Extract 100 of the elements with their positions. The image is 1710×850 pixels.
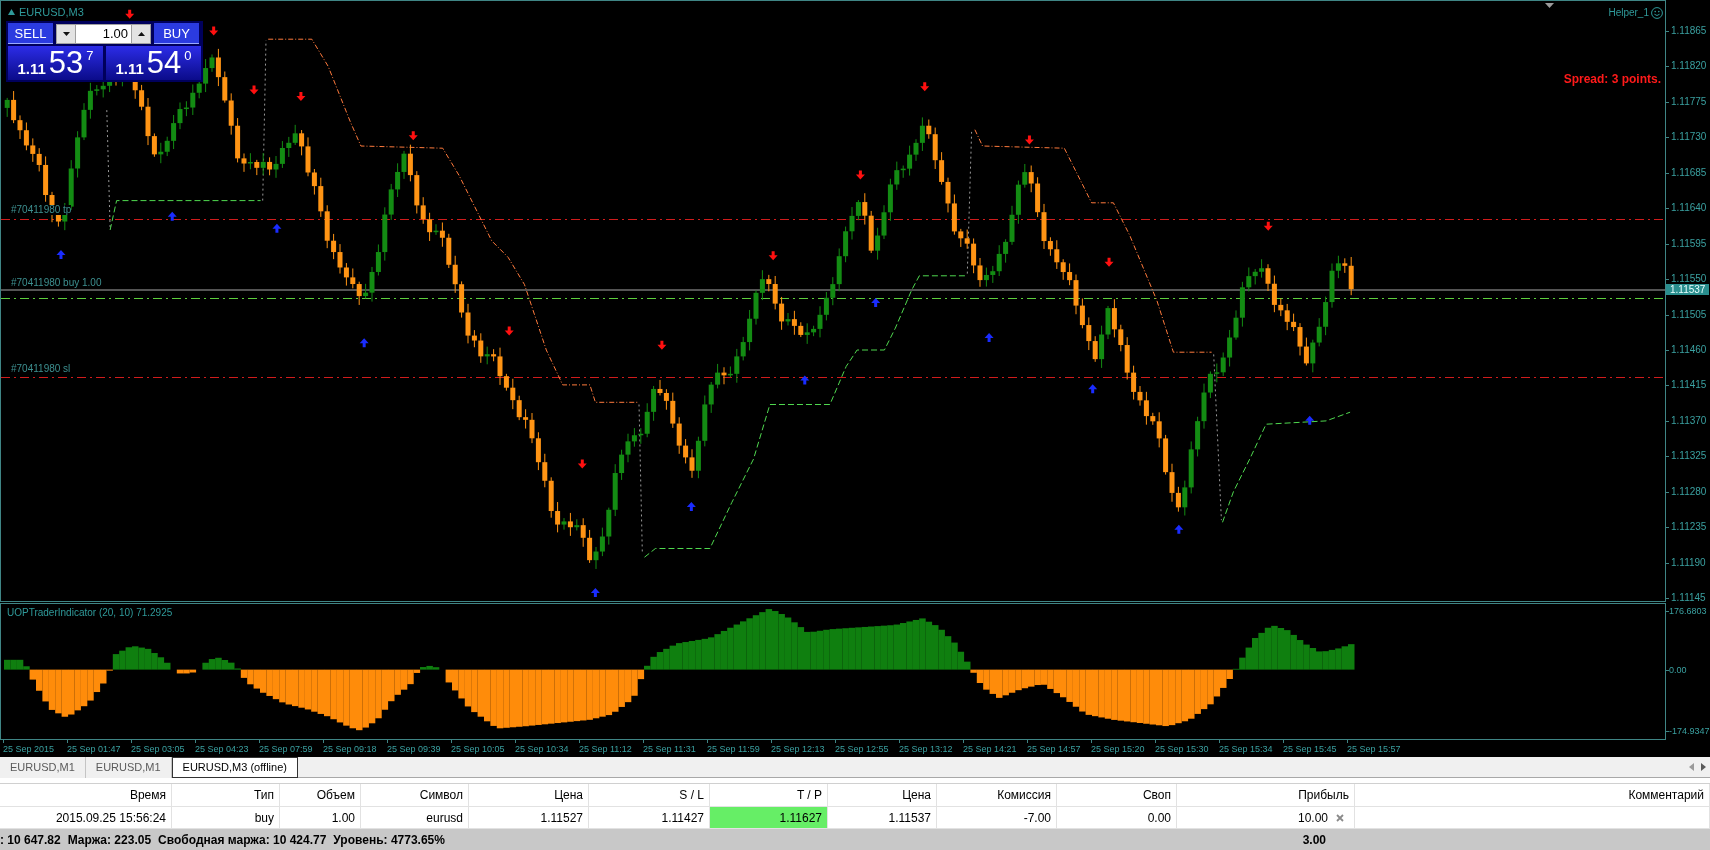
up-arrow-icon (56, 250, 66, 259)
time-axis-label: 25 Sep 01:47 (67, 744, 121, 754)
time-axis-label: 25 Sep 10:34 (515, 744, 569, 754)
column-header: Цена (469, 784, 589, 806)
time-axis-label: 25 Sep 15:45 (1283, 744, 1337, 754)
spread-text: Spread: 3 points. (1563, 72, 1661, 86)
caret-up-icon (137, 31, 145, 36)
indicator-title: UOPTraderIndicator (20, 10) 71.2925 (7, 607, 173, 619)
chart-tab[interactable]: EURUSD,M3 (offline) (171, 757, 298, 778)
price-axis-label: 1.11595 (1671, 238, 1707, 249)
time-axis-label: 25 Sep 14:57 (1027, 744, 1081, 754)
down-arrow-icon (296, 91, 306, 101)
up-arrow-icon (686, 501, 696, 511)
up-arrow-icon (590, 588, 600, 598)
table-cell: 1.11527 (469, 807, 589, 829)
up-arrow-icon (167, 211, 177, 221)
account-summary-text: : 10 647.82 (0, 831, 61, 849)
chart-tab[interactable]: EURUSD,M1 (85, 757, 172, 778)
table-cell: buy (172, 807, 280, 829)
price-axis-label: 1.11550 (1671, 274, 1707, 285)
time-axis-label: 25 Sep 15:30 (1155, 744, 1209, 754)
down-arrow-icon (1024, 135, 1034, 145)
time-axis-label: 25 Sep 09:18 (323, 744, 377, 754)
price-axis-label: 1.11775 (1671, 96, 1707, 107)
table-cell: 1.11627 (710, 807, 828, 829)
account-summary-text: Свободная маржа: 10 424.77 (158, 831, 327, 849)
up-arrow-icon (1088, 384, 1098, 394)
down-arrow-icon (855, 170, 865, 180)
account-summary-text: Уровень: 4773.65% (333, 831, 445, 849)
time-axis-label: 25 Sep 03:05 (131, 744, 185, 754)
table-cell: eurusd (361, 807, 469, 829)
column-header: Комиссия (937, 784, 1057, 806)
price-axis-label: 1.11640 (1671, 203, 1707, 214)
column-header: T / P (710, 784, 828, 806)
up-arrow-icon (984, 332, 994, 342)
column-header: Цена (828, 784, 937, 806)
time-axis-label: 25 Sep 14:21 (963, 744, 1017, 754)
column-header: Объем (280, 784, 361, 806)
up-arrow-icon (1305, 415, 1315, 425)
table-cell: 1.00 (280, 807, 361, 829)
down-arrow-icon (768, 251, 778, 261)
table-cell: -7.00 (937, 807, 1057, 829)
time-axis-label: 25 Sep 2015 (3, 744, 55, 754)
order-line-label: #70411980 sl (11, 364, 71, 374)
down-arrow-icon (249, 85, 259, 95)
up-arrow-icon (1174, 524, 1184, 534)
price-axis-label: 1.11505 (1671, 309, 1707, 320)
down-arrow-icon (920, 82, 930, 92)
account-summary-text: Маржа: 223.05 (67, 831, 152, 849)
price-axis-label: 1.11190 (1671, 557, 1706, 568)
up-arrow-icon (871, 298, 881, 307)
price-axis-label: 1.11415 (1671, 380, 1707, 391)
time-axis-label: 25 Sep 11:31 (643, 744, 696, 754)
table-cell: 0.00 (1057, 807, 1177, 829)
down-arrow-icon (657, 340, 667, 350)
down-arrow-icon (209, 26, 219, 36)
close-icon[interactable] (1336, 813, 1344, 822)
down-arrow-icon (504, 326, 514, 336)
down-arrow-icon (1263, 221, 1273, 231)
profit-value: 10.00 (1297, 809, 1328, 827)
price-axis-label: 1.11145 (1671, 593, 1706, 604)
table-cell: 1.11427 (589, 807, 710, 829)
current-price-tag: 1.11537 (1666, 284, 1709, 295)
up-arrow-icon (272, 223, 282, 233)
indicator-axis-label: 0.00 (1669, 664, 1687, 675)
time-axis-label: 25 Sep 13:12 (899, 744, 953, 754)
down-arrow-icon (1104, 257, 1114, 267)
chart-tab[interactable]: EURUSD,M1 (0, 757, 86, 778)
order-line-label: #70411980 tp (11, 205, 72, 215)
price-axis-label: 1.11865 (1671, 26, 1707, 36)
expert-name: Helper_1 (1608, 7, 1649, 19)
time-axis-label: 25 Sep 11:12 (579, 744, 632, 754)
time-axis-label: 25 Sep 12:13 (771, 744, 825, 754)
indicator-axis-label: -174.9347 (1669, 726, 1710, 736)
time-axis-label: 25 Sep 07:59 (259, 744, 313, 754)
lot-size-field[interactable]: 1.00 (76, 23, 131, 44)
triangle-marker-icon (1545, 3, 1554, 8)
time-axis-label: 25 Sep 11:59 (707, 744, 760, 754)
time-axis-label: 25 Sep 15:34 (1219, 744, 1273, 754)
column-header: Символ (361, 784, 469, 806)
column-header: S / L (589, 784, 710, 806)
table-cell: 2015.09.25 15:56:24 (0, 807, 172, 829)
time-axis-label: 25 Sep 15:57 (1347, 744, 1401, 754)
price-axis-label: 1.11820 (1671, 61, 1707, 72)
chart-title: EURUSD,M3 (19, 6, 84, 18)
down-arrow-icon (577, 459, 587, 469)
column-header: Комментарий (1355, 784, 1710, 806)
price-axis-label: 1.11280 (1671, 486, 1707, 497)
column-header: Время (0, 784, 172, 806)
lot-decrease-button[interactable] (56, 23, 76, 44)
up-arrow-icon (359, 338, 369, 348)
lot-increase-button[interactable] (131, 23, 151, 44)
time-axis-label: 25 Sep 10:05 (451, 744, 505, 754)
time-axis-label: 25 Sep 09:39 (387, 744, 441, 754)
arrow-right-icon[interactable] (1701, 763, 1706, 771)
column-header: Тип (172, 784, 280, 806)
caret-down-icon (62, 31, 70, 36)
buy-button[interactable]: BUY (154, 23, 199, 44)
sell-button[interactable]: SELL (8, 23, 53, 44)
down-arrow-icon (408, 131, 418, 141)
